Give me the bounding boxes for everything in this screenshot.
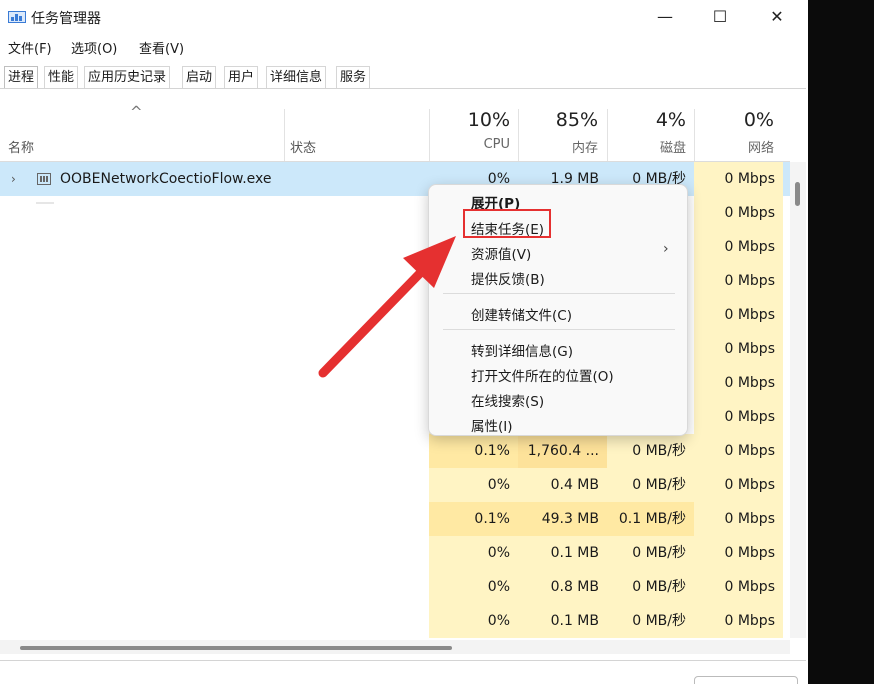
tab-app-history[interactable]: 应用历史记录	[84, 66, 171, 88]
network-cell: 0 Mbps	[694, 298, 783, 332]
memory-cell: 0.8 MB	[518, 570, 607, 604]
vertical-scroll-thumb[interactable]	[795, 182, 800, 206]
task-manager-app-icon	[8, 11, 26, 23]
column-memory[interactable]: 内存	[526, 137, 598, 156]
background-dark-panel	[808, 0, 874, 684]
maximize-button[interactable]: ☐	[705, 6, 735, 28]
network-cell: 0 Mbps	[694, 536, 783, 570]
cpu-cell: 0%	[429, 468, 518, 502]
network-cell: 0 Mbps	[694, 162, 783, 196]
menu-item-resource-values[interactable]: 资源值(V)	[471, 243, 531, 263]
close-button[interactable]: ✕	[762, 6, 792, 28]
network-cell: 0 Mbps	[694, 400, 783, 434]
table-row[interactable]: 0% 0.1 MB 0 MB/秒 0 Mbps	[0, 536, 790, 570]
memory-total[interactable]: 85%	[526, 109, 598, 131]
horizontal-scrollbar[interactable]	[0, 640, 790, 654]
network-cell: 0 Mbps	[694, 434, 783, 468]
column-cpu[interactable]: CPU	[440, 137, 510, 152]
cpu-cell: 0.1%	[429, 434, 518, 468]
network-total[interactable]: 0%	[700, 109, 774, 131]
menu-item-feedback[interactable]: 提供反馈(B)	[471, 268, 545, 288]
menu-item-open-file-location[interactable]: 打开文件所在的位置(O)	[471, 365, 614, 385]
window-title: 任务管理器	[31, 11, 101, 27]
expand-chevron-icon[interactable]: ›	[11, 162, 16, 196]
menu-item-search-online[interactable]: 在线搜索(S)	[471, 390, 544, 410]
memory-cell: 1,760.4 ...	[518, 434, 607, 468]
network-cell: 0 Mbps	[694, 230, 783, 264]
column-status[interactable]: 状态	[290, 137, 316, 156]
cpu-cell: 0%	[429, 570, 518, 604]
network-cell: 0 Mbps	[694, 332, 783, 366]
tab-startup[interactable]: 启动	[182, 66, 217, 88]
column-disk[interactable]: 磁盘	[614, 137, 686, 156]
memory-cell: 0.4 MB	[518, 468, 607, 502]
menu-item-create-dump[interactable]: 创建转储文件(C)	[471, 304, 572, 324]
disk-cell: 0.1 MB/秒	[607, 502, 694, 536]
memory-cell: 0.1 MB	[518, 536, 607, 570]
column-network[interactable]: 网络	[700, 137, 774, 156]
menu-view[interactable]: 查看(V)	[139, 38, 184, 57]
column-divider	[518, 109, 519, 161]
process-icon	[37, 173, 51, 185]
column-name[interactable]: 名称	[8, 137, 34, 156]
annotation-highlight-box	[463, 209, 551, 238]
network-cell: 0 Mbps	[694, 570, 783, 604]
tab-processes[interactable]: 进程	[4, 66, 39, 88]
footer-divider	[0, 660, 806, 661]
network-cell: 0 Mbps	[694, 264, 783, 298]
table-row[interactable]: 0% 0.1 MB 0 MB/秒 0 Mbps	[0, 604, 790, 638]
column-divider	[284, 109, 285, 161]
disk-cell: 0 MB/秒	[607, 468, 694, 502]
end-task-footer-button[interactable]	[694, 676, 798, 684]
memory-cell: 0.1 MB	[518, 604, 607, 638]
cpu-cell: 0%	[429, 536, 518, 570]
menu-item-go-to-details[interactable]: 转到详细信息(G)	[471, 340, 573, 360]
tab-details[interactable]: 详细信息	[266, 66, 327, 88]
menu-separator	[443, 329, 675, 330]
network-cell: 0 Mbps	[694, 604, 783, 638]
network-cell: 0 Mbps	[694, 366, 783, 400]
disk-cell: 0 MB/秒	[607, 536, 694, 570]
menu-separator	[443, 293, 675, 294]
disk-cell: 0 MB/秒	[607, 570, 694, 604]
network-cell: 0 Mbps	[694, 468, 783, 502]
disk-cell: 0 MB/秒	[607, 604, 694, 638]
menu-item-properties[interactable]: 属性(I)	[471, 415, 513, 435]
disk-total[interactable]: 4%	[614, 109, 686, 131]
menu-file[interactable]: 文件(F)	[8, 38, 52, 57]
horizontal-scroll-thumb[interactable]	[20, 646, 452, 650]
network-cell: 0 Mbps	[694, 196, 783, 230]
column-divider	[607, 109, 608, 161]
network-cell: 0 Mbps	[694, 502, 783, 536]
table-row[interactable]: 0% 0.4 MB 0 MB/秒 0 Mbps	[0, 468, 790, 502]
sort-up-icon[interactable]: ^	[130, 103, 143, 121]
task-manager-window: 任务管理器 — ☐ ✕ 文件(F) 选项(O) 查看(V) 进程 性能 应用历史…	[0, 0, 806, 684]
tab-users[interactable]: 用户	[224, 66, 259, 88]
cpu-cell: 0.1%	[429, 502, 518, 536]
cpu-cell: 0%	[429, 604, 518, 638]
disk-cell: 0 MB/秒	[607, 434, 694, 468]
column-divider	[694, 109, 695, 161]
table-row[interactable]: 0.1% 1,760.4 ... 0 MB/秒 0 Mbps	[0, 434, 790, 468]
column-header: ^ 名称 状态 10% CPU 85% 内存 4% 磁盘 0% 网络	[0, 89, 806, 161]
memory-cell: 49.3 MB	[518, 502, 607, 536]
column-divider	[429, 109, 430, 161]
tab-services[interactable]: 服务	[336, 66, 371, 88]
menu-options[interactable]: 选项(O)	[71, 38, 117, 57]
process-name: OOBENetworkCoectioFlow.exe	[60, 171, 272, 187]
submenu-chevron-icon: ›	[663, 241, 669, 257]
table-row[interactable]: 0.1% 49.3 MB 0.1 MB/秒 0 Mbps	[0, 502, 790, 536]
vertical-scrollbar[interactable]	[790, 162, 806, 638]
table-row[interactable]: 0% 0.8 MB 0 MB/秒 0 Mbps	[0, 570, 790, 604]
tab-performance[interactable]: 性能	[44, 66, 79, 88]
title-bar: 任务管理器 — ☐ ✕	[0, 0, 806, 34]
cpu-total[interactable]: 10%	[440, 109, 510, 131]
minimize-button[interactable]: —	[650, 6, 680, 28]
